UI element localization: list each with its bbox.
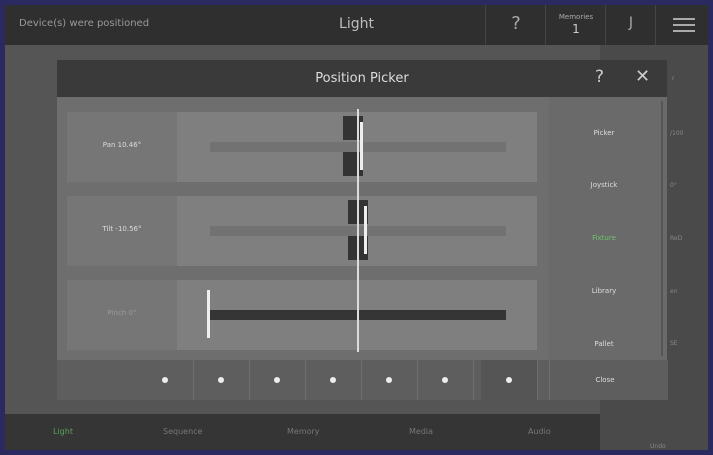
tilt-row: Tilt -10.56° bbox=[67, 196, 537, 266]
tab-audio[interactable]: Audio bbox=[528, 427, 551, 436]
dialog-header: Position Picker ? ✕ bbox=[57, 60, 667, 97]
preset-dot-button[interactable] bbox=[249, 360, 306, 400]
pan-label-cell: Pan 10.46° bbox=[67, 112, 177, 182]
background-label: en bbox=[670, 288, 678, 295]
close-button-label: Close bbox=[595, 376, 615, 384]
tilt-label-cell: Tilt -10.56° bbox=[67, 196, 177, 266]
pinch-needle[interactable] bbox=[207, 290, 210, 338]
position-picker-dialog: Position Picker ? ✕ Pan 10.46° Tilt -10.… bbox=[57, 60, 668, 400]
tilt-label: Tilt -10.56° bbox=[102, 225, 142, 233]
pinch-label-cell: Pinch 0° bbox=[67, 280, 177, 350]
pinch-row: Pinch 0° bbox=[67, 280, 537, 350]
pan-needle[interactable] bbox=[360, 122, 363, 170]
memories-label: Memories bbox=[558, 13, 594, 21]
mode-picker[interactable]: Picker bbox=[549, 129, 659, 149]
preset-dot-button[interactable] bbox=[137, 360, 194, 400]
dialog-title: Position Picker bbox=[315, 71, 409, 86]
dot-icon bbox=[386, 377, 392, 383]
tab-memory[interactable]: Memory bbox=[287, 427, 320, 436]
mode-list-scrollbar[interactable] bbox=[661, 101, 663, 356]
close-button[interactable]: Close bbox=[549, 360, 668, 400]
dot-icon bbox=[162, 377, 168, 383]
dialog-help-icon[interactable]: ? bbox=[595, 67, 604, 87]
pan-row: Pan 10.46° bbox=[67, 112, 537, 182]
mode-joystick[interactable]: Joystick bbox=[549, 181, 659, 201]
menu-button[interactable] bbox=[655, 5, 708, 45]
app-window: Device(s) were positioned Light ? Memori… bbox=[5, 5, 708, 450]
j-button[interactable]: J bbox=[605, 5, 656, 45]
position-preset-bar bbox=[57, 360, 549, 400]
pan-label: Pan 10.46° bbox=[102, 141, 142, 149]
tab-light[interactable]: Light bbox=[53, 427, 73, 436]
close-icon[interactable]: ✕ bbox=[635, 66, 650, 87]
mode-fixture[interactable]: Fixture bbox=[549, 234, 659, 254]
preset-dot-button[interactable] bbox=[305, 360, 362, 400]
preset-dot-button[interactable] bbox=[481, 360, 538, 400]
background-label: 0° bbox=[670, 182, 677, 189]
background-label: ReD bbox=[670, 235, 683, 242]
pinch-label: Pinch 0° bbox=[107, 309, 137, 317]
preset-dot-button[interactable] bbox=[417, 360, 474, 400]
top-bar: Device(s) were positioned Light ? Memori… bbox=[5, 5, 708, 45]
j-label: J bbox=[628, 15, 634, 31]
mode-list: Picker Joystick Fixture Library Pallet bbox=[549, 97, 667, 360]
background-label: r bbox=[672, 75, 675, 82]
memories-button[interactable]: Memories 1 bbox=[545, 5, 606, 45]
preset-dot-button[interactable] bbox=[193, 360, 250, 400]
bottom-tab-bar: Light Sequence Memory Media Audio bbox=[5, 414, 600, 450]
background-label: /100 bbox=[670, 130, 684, 137]
background-label: Undo bbox=[650, 443, 666, 450]
dot-icon bbox=[442, 377, 448, 383]
dot-icon bbox=[274, 377, 280, 383]
tab-media[interactable]: Media bbox=[409, 427, 433, 436]
memories-value: 1 bbox=[572, 22, 580, 36]
tab-sequence[interactable]: Sequence bbox=[163, 427, 202, 436]
mode-pallet[interactable]: Pallet bbox=[549, 340, 659, 360]
dot-icon bbox=[330, 377, 336, 383]
help-icon: ? bbox=[511, 13, 521, 34]
dot-icon bbox=[506, 377, 512, 383]
mode-library[interactable]: Library bbox=[549, 287, 659, 307]
background-label: SE bbox=[670, 340, 678, 347]
tilt-needle[interactable] bbox=[364, 206, 367, 254]
dot-icon bbox=[218, 377, 224, 383]
center-marker bbox=[357, 109, 359, 352]
preset-dot-button[interactable] bbox=[361, 360, 418, 400]
help-button[interactable]: ? bbox=[485, 5, 546, 45]
attribute-rows: Pan 10.46° Tilt -10.56° Pinch 0° bbox=[57, 97, 549, 360]
